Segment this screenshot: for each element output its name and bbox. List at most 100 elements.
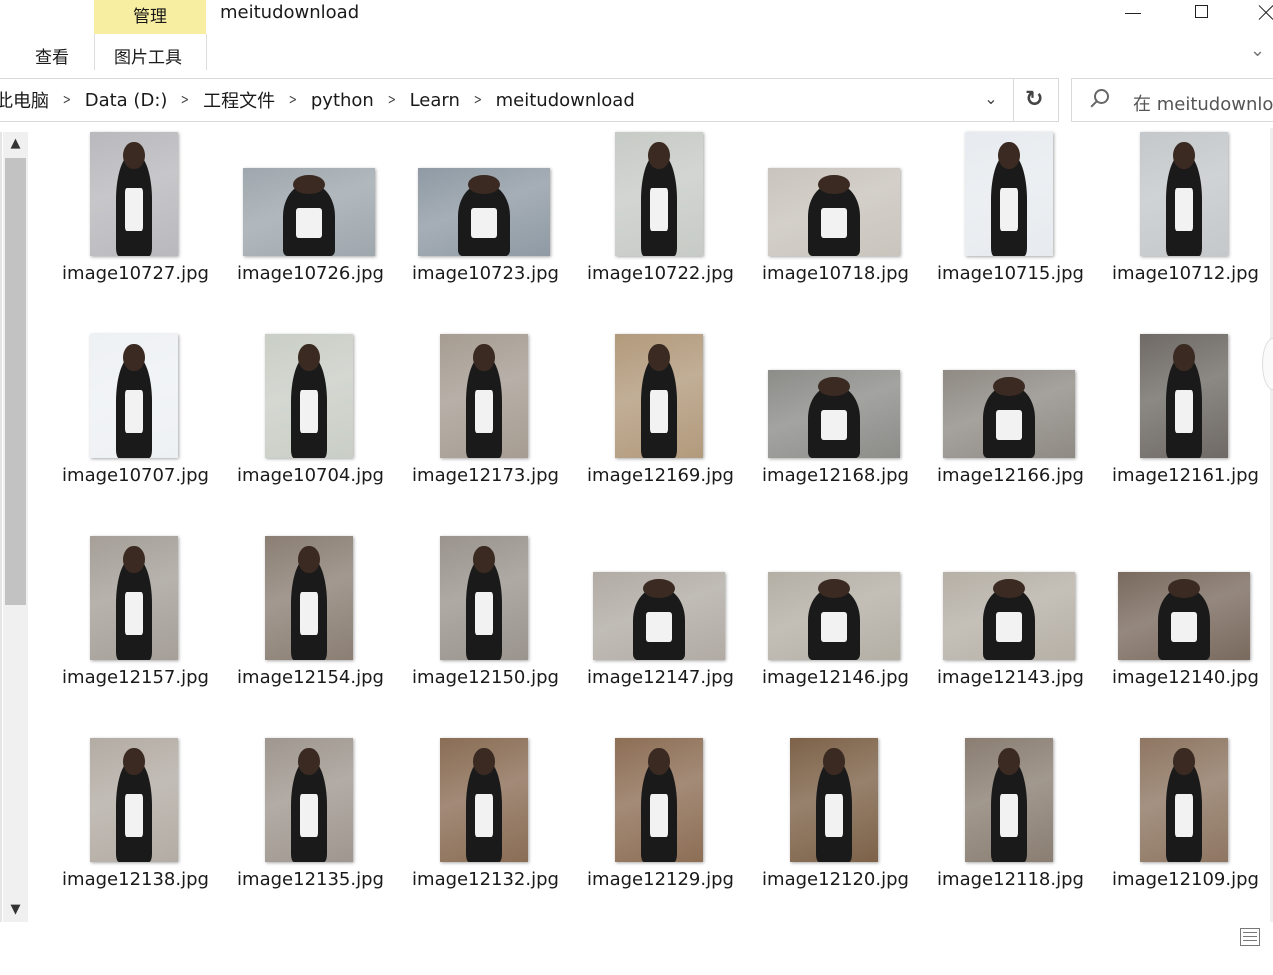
details-view-icon[interactable] bbox=[1240, 928, 1260, 946]
photo-detail bbox=[1175, 793, 1193, 838]
file-tile[interactable]: image10707.jpg bbox=[48, 330, 223, 530]
breadcrumb-python[interactable]: python bbox=[309, 90, 376, 111]
file-tile[interactable]: image12169.jpg bbox=[573, 330, 748, 530]
file-tile[interactable]: image12146.jpg bbox=[748, 532, 923, 732]
chevron-right-icon[interactable]: > bbox=[467, 92, 489, 108]
file-tile[interactable]: image12109.jpg bbox=[1098, 734, 1273, 934]
thumbnail-frame bbox=[48, 532, 223, 662]
image-thumbnail[interactable] bbox=[1140, 132, 1228, 256]
image-thumbnail[interactable] bbox=[90, 536, 178, 660]
file-tile[interactable]: image12173.jpg bbox=[398, 330, 573, 530]
photo-subject-head bbox=[298, 545, 320, 574]
thumbnail-frame bbox=[923, 128, 1098, 258]
file-name: image12120.jpg bbox=[762, 869, 909, 890]
image-thumbnail[interactable] bbox=[790, 738, 878, 862]
tab-manage[interactable]: 管理 bbox=[94, 0, 206, 34]
file-tile[interactable]: image12154.jpg bbox=[223, 532, 398, 732]
file-tile[interactable]: image12168.jpg bbox=[748, 330, 923, 530]
address-bar[interactable]: 此电脑 > Data (D:) > 工程文件 > python > Learn … bbox=[0, 78, 1059, 122]
file-tile[interactable]: image10712.jpg bbox=[1098, 128, 1273, 328]
image-thumbnail[interactable] bbox=[265, 536, 353, 660]
file-tile[interactable]: image12150.jpg bbox=[398, 532, 573, 732]
file-tile[interactable]: image12166.jpg bbox=[923, 330, 1098, 530]
image-thumbnail[interactable] bbox=[90, 738, 178, 862]
image-thumbnail[interactable] bbox=[593, 572, 725, 660]
image-thumbnail[interactable] bbox=[265, 738, 353, 862]
photo-detail bbox=[650, 187, 668, 232]
image-thumbnail[interactable] bbox=[1118, 572, 1250, 660]
scroll-thumb[interactable] bbox=[5, 158, 26, 605]
breadcrumb-learn[interactable]: Learn bbox=[408, 90, 462, 111]
file-tile[interactable]: image12138.jpg bbox=[48, 734, 223, 934]
photo-detail bbox=[1000, 187, 1018, 232]
breadcrumb-project-files[interactable]: 工程文件 bbox=[201, 87, 277, 113]
file-tile[interactable]: image12140.jpg bbox=[1098, 532, 1273, 732]
image-thumbnail[interactable] bbox=[418, 168, 550, 256]
close-button[interactable] bbox=[1248, 0, 1273, 28]
scroll-up-icon[interactable]: ▲ bbox=[3, 132, 28, 156]
file-tile[interactable]: image10704.jpg bbox=[223, 330, 398, 530]
image-thumbnail[interactable] bbox=[615, 738, 703, 862]
minimize-button[interactable] bbox=[1113, 0, 1153, 28]
image-thumbnail[interactable] bbox=[768, 168, 900, 256]
tab-picture-tools[interactable]: 图片工具 bbox=[114, 43, 182, 68]
expand-ribbon-icon[interactable]: ⌄ bbox=[1250, 40, 1265, 61]
maximize-button[interactable] bbox=[1182, 0, 1222, 28]
file-tile[interactable]: image10715.jpg bbox=[923, 128, 1098, 328]
image-thumbnail[interactable] bbox=[243, 168, 375, 256]
image-thumbnail[interactable] bbox=[440, 536, 528, 660]
chevron-right-icon[interactable]: > bbox=[381, 92, 403, 108]
file-tile[interactable]: image12161.jpg bbox=[1098, 330, 1273, 530]
image-thumbnail[interactable] bbox=[440, 738, 528, 862]
file-tile[interactable]: image10726.jpg bbox=[223, 128, 398, 328]
search-input[interactable]: 在 meitudownload 中搜索 bbox=[1071, 78, 1273, 122]
image-thumbnail[interactable] bbox=[965, 132, 1053, 256]
chevron-right-icon[interactable]: > bbox=[174, 92, 196, 108]
file-name: image12109.jpg bbox=[1112, 869, 1259, 890]
file-tile[interactable]: image12147.jpg bbox=[573, 532, 748, 732]
file-tile[interactable]: image12129.jpg bbox=[573, 734, 748, 934]
image-thumbnail[interactable] bbox=[768, 572, 900, 660]
image-thumbnail[interactable] bbox=[943, 370, 1075, 458]
thumbnail-frame bbox=[398, 330, 573, 460]
file-tile[interactable]: image12143.jpg bbox=[923, 532, 1098, 732]
photo-detail bbox=[300, 591, 318, 636]
file-tile[interactable]: image12135.jpg bbox=[223, 734, 398, 934]
image-thumbnail[interactable] bbox=[965, 738, 1053, 862]
refresh-icon[interactable]: ↻ bbox=[1025, 87, 1043, 112]
thumbnail-frame bbox=[573, 128, 748, 258]
chevron-down-icon[interactable]: ⌄ bbox=[981, 89, 1001, 109]
image-thumbnail[interactable] bbox=[440, 334, 528, 458]
image-thumbnail[interactable] bbox=[265, 334, 353, 458]
breadcrumb-meitudownload[interactable]: meitudownload bbox=[494, 90, 637, 111]
file-tile[interactable]: image10723.jpg bbox=[398, 128, 573, 328]
image-thumbnail[interactable] bbox=[1140, 738, 1228, 862]
breadcrumb-data-drive[interactable]: Data (D:) bbox=[83, 90, 170, 111]
scroll-down-icon[interactable]: ▼ bbox=[3, 898, 28, 922]
chevron-right-icon[interactable]: > bbox=[56, 92, 78, 108]
file-name: image10715.jpg bbox=[937, 263, 1084, 284]
file-name: image12118.jpg bbox=[937, 869, 1084, 890]
chevron-right-icon[interactable]: > bbox=[282, 92, 304, 108]
divider bbox=[1013, 79, 1014, 121]
file-tile[interactable]: image12132.jpg bbox=[398, 734, 573, 934]
thumbnail-frame bbox=[748, 330, 923, 460]
image-thumbnail[interactable] bbox=[1140, 334, 1228, 458]
file-tile[interactable]: image10727.jpg bbox=[48, 128, 223, 328]
image-thumbnail[interactable] bbox=[615, 132, 703, 256]
image-thumbnail[interactable] bbox=[90, 132, 178, 256]
image-thumbnail[interactable] bbox=[90, 334, 178, 458]
image-thumbnail[interactable] bbox=[768, 370, 900, 458]
file-tile[interactable]: image12120.jpg bbox=[748, 734, 923, 934]
breadcrumb-this-pc[interactable]: 此电脑 bbox=[0, 87, 51, 113]
file-tile[interactable]: image10718.jpg bbox=[748, 128, 923, 328]
tab-view[interactable]: 查看 bbox=[35, 43, 69, 68]
image-thumbnail[interactable] bbox=[615, 334, 703, 458]
file-tile[interactable]: image12157.jpg bbox=[48, 532, 223, 732]
file-tile[interactable]: image10722.jpg bbox=[573, 128, 748, 328]
file-name: image10723.jpg bbox=[412, 263, 559, 284]
search-icon bbox=[1094, 89, 1109, 104]
navigation-scrollbar[interactable]: ▲ ▼ bbox=[3, 132, 28, 922]
file-tile[interactable]: image12118.jpg bbox=[923, 734, 1098, 934]
image-thumbnail[interactable] bbox=[943, 572, 1075, 660]
